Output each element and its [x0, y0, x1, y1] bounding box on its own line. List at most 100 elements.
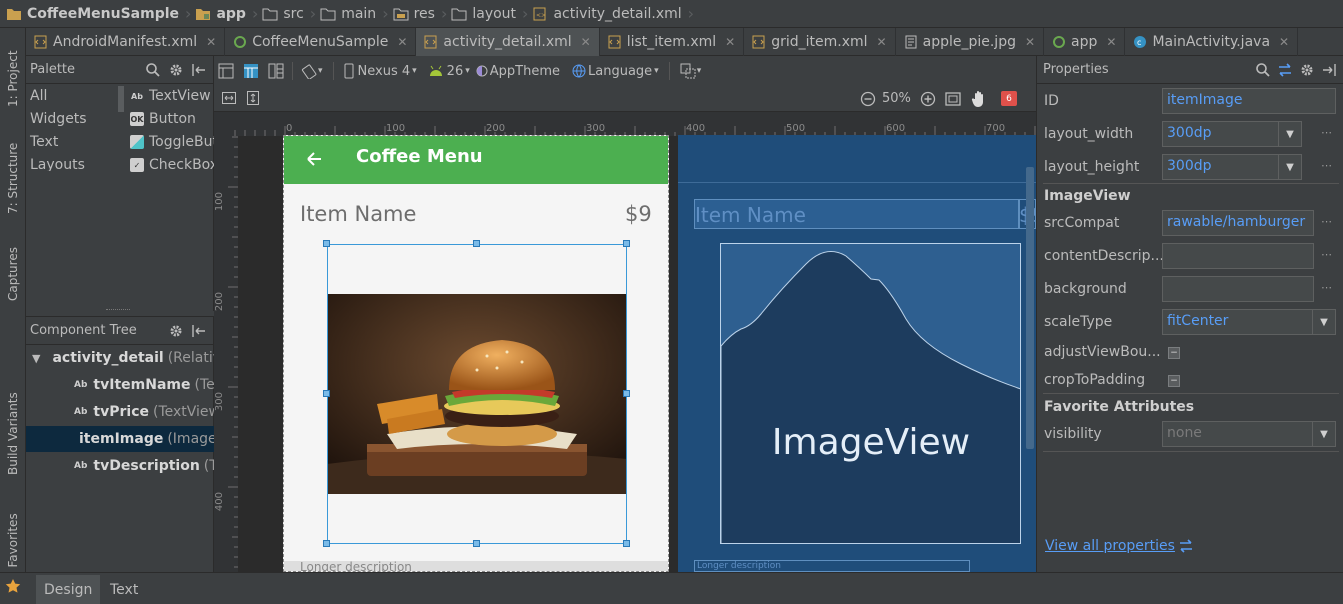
tree-node-tvprice[interactable]: Ab tvPrice(TextView) — [26, 399, 214, 425]
gear-icon[interactable] — [1299, 62, 1315, 78]
pan-hand-icon[interactable] — [971, 90, 987, 108]
close-icon[interactable]: ✕ — [1279, 35, 1289, 49]
tab-design[interactable]: Design — [36, 575, 101, 604]
tab-grid-item[interactable]: grid_item.xml ✕ — [744, 28, 896, 56]
palette-item-textview[interactable]: Ab TextView — [130, 88, 211, 104]
resize-handle[interactable] — [473, 540, 480, 547]
more-options-icon[interactable]: ⋯ — [1321, 159, 1332, 172]
breadcrumb-app[interactable]: app › — [195, 0, 262, 28]
tree-node-tvitemname[interactable]: Ab tvItemName(TextView) — [26, 372, 214, 398]
tab-apple-pie[interactable]: apple_pie.jpg ✕ — [896, 28, 1045, 56]
design-surface-icon[interactable] — [218, 63, 234, 79]
prop-layout-height-field[interactable]: 300dp — [1162, 154, 1279, 180]
device-selector[interactable]: Nexus 4 — [358, 64, 411, 79]
chevron-down-icon[interactable]: ▼ — [1278, 154, 1302, 180]
preview-price[interactable]: $9 — [625, 202, 652, 226]
zoom-to-fit-icon[interactable] — [945, 91, 961, 107]
palette-category-widgets[interactable]: Widgets — [30, 111, 87, 127]
resize-handle[interactable] — [106, 309, 130, 311]
tree-node-root[interactable]: ▼ activity_detail(RelativeLayout) — [26, 345, 214, 371]
tab-list-item[interactable]: list_item.xml ✕ — [600, 28, 745, 56]
tab-text[interactable]: Text — [102, 575, 146, 604]
resize-handle[interactable] — [323, 240, 330, 247]
more-options-icon[interactable]: ⋯ — [1321, 248, 1332, 261]
croptopadding-checkbox[interactable]: − — [1168, 375, 1180, 387]
language-selector[interactable]: Language — [588, 64, 652, 79]
close-icon[interactable]: ✕ — [581, 35, 591, 49]
blueprint-surface-icon[interactable] — [243, 63, 259, 79]
view-all-properties-link[interactable]: View all properties — [1045, 538, 1194, 554]
breadcrumb-res[interactable]: res › — [393, 0, 452, 28]
palette-item-checkbox[interactable]: ✓ CheckBox — [130, 157, 214, 172]
close-icon[interactable]: ✕ — [877, 35, 887, 49]
tab-coffeemenusample[interactable]: CoffeeMenuSample ✕ — [225, 28, 417, 56]
close-icon[interactable]: ✕ — [1025, 35, 1035, 49]
gear-icon[interactable] — [168, 62, 184, 78]
theme-selector[interactable]: AppTheme — [490, 64, 560, 79]
tab-mainactivity[interactable]: c MainActivity.java ✕ — [1125, 28, 1299, 56]
more-options-icon[interactable]: ⋯ — [1321, 126, 1332, 139]
prop-visibility-field[interactable]: none — [1162, 421, 1313, 447]
close-icon[interactable]: ✕ — [206, 35, 216, 49]
prop-scaletype-field[interactable]: fitCenter — [1162, 309, 1313, 335]
more-options-icon[interactable]: ⋯ — [1321, 281, 1332, 294]
gear-icon[interactable] — [168, 323, 184, 339]
resize-handle[interactable] — [623, 390, 630, 397]
breadcrumb-src[interactable]: src › — [262, 0, 320, 28]
prop-layout-width-field[interactable]: 300dp — [1162, 121, 1279, 147]
preview-item-image[interactable] — [323, 240, 630, 547]
structure-tool-tab[interactable]: 7: Structure — [3, 128, 23, 228]
warnings-badge[interactable]: 6 — [1001, 91, 1017, 106]
chevron-down-icon[interactable]: ▼ — [1312, 421, 1336, 447]
pan-vertical-icon[interactable] — [247, 91, 259, 105]
build-variants-tool-tab[interactable]: Build Variants — [3, 380, 23, 488]
breadcrumb-main[interactable]: main › — [320, 0, 392, 28]
zoom-in-icon[interactable] — [920, 91, 936, 107]
tree-node-itemimage[interactable]: itemImage(ImageView) — [26, 426, 214, 452]
resize-handle[interactable] — [473, 240, 480, 247]
layout-variants-icon[interactable] — [680, 63, 696, 79]
resize-handle[interactable] — [323, 540, 330, 547]
tree-node-tvdescription[interactable]: Ab tvDescription(TextView) — [26, 453, 214, 479]
more-options-icon[interactable]: ⋯ — [1321, 215, 1332, 228]
tab-activity-detail[interactable]: activity_detail.xml ✕ — [416, 28, 600, 56]
design-blueprint-icon[interactable] — [268, 63, 284, 79]
orientation-icon[interactable] — [301, 63, 317, 79]
design-preview[interactable]: Coffee Menu Item Name $9 Longer descript… — [283, 135, 669, 572]
close-icon[interactable]: ✕ — [725, 35, 735, 49]
pan-horizontal-icon[interactable] — [222, 92, 236, 104]
prop-background-field[interactable] — [1162, 276, 1314, 302]
palette-item-button[interactable]: OK Button — [130, 111, 196, 127]
adjustviewbounds-checkbox[interactable]: − — [1168, 347, 1180, 359]
breadcrumb-project[interactable]: CoffeeMenuSample › — [6, 0, 195, 28]
prop-id-field[interactable]: itemImage — [1162, 88, 1336, 114]
hide-panel-icon[interactable] — [1321, 62, 1337, 78]
prop-srccompat-field[interactable]: rawable/hamburger — [1162, 210, 1314, 236]
chevron-down-icon[interactable]: ▼ — [1278, 121, 1302, 147]
captures-tool-tab[interactable]: Captures — [3, 234, 23, 314]
api-level-selector[interactable]: 26 — [447, 64, 464, 79]
expand-arrow-icon[interactable]: ▼ — [32, 352, 40, 365]
blueprint-view[interactable]: Item Name $9 ImageView Longer descriptio… — [678, 135, 1036, 572]
palette-category-text[interactable]: Text — [30, 134, 58, 150]
resize-handle[interactable] — [323, 390, 330, 397]
hide-panel-icon[interactable] — [191, 323, 207, 339]
palette-splitter[interactable] — [118, 86, 124, 112]
project-tool-tab[interactable]: 1: Project — [3, 36, 23, 122]
palette-item-togglebutton[interactable]: ToggleButton — [130, 134, 214, 150]
preview-description[interactable]: Longer description — [300, 560, 412, 571]
preview-item-name[interactable]: Item Name — [300, 202, 416, 226]
search-icon[interactable] — [145, 62, 161, 78]
resize-handle[interactable] — [623, 540, 630, 547]
chevron-down-icon[interactable]: ▼ — [1312, 309, 1336, 335]
palette-category-all[interactable]: All — [30, 88, 47, 104]
close-icon[interactable]: ✕ — [1106, 35, 1116, 49]
blueprint-scrollbar[interactable] — [1026, 167, 1034, 449]
hide-panel-icon[interactable] — [191, 62, 207, 78]
search-icon[interactable] — [1255, 62, 1271, 78]
back-arrow-icon[interactable] — [304, 149, 324, 169]
blueprint-description[interactable]: Longer description — [694, 560, 970, 572]
prop-contentdescription-field[interactable] — [1162, 243, 1314, 269]
blueprint-item-name[interactable]: Item Name — [694, 199, 1020, 229]
resize-handle[interactable] — [623, 240, 630, 247]
